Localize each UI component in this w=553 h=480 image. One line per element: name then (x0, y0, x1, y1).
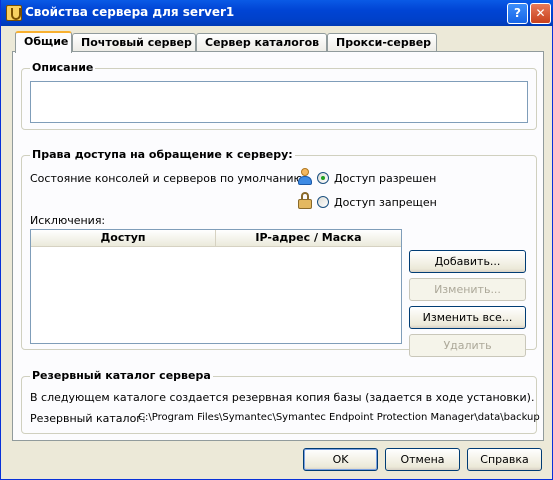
backup-path-label: Резервный каталог: (30, 412, 146, 425)
backup-info: В следующем каталоге создается резервная… (30, 391, 535, 404)
tab-proxy-server[interactable]: Прокси-сервер (327, 33, 437, 52)
edit-all-button[interactable]: Изменить все... (409, 306, 526, 329)
column-header-access[interactable]: Доступ (31, 230, 216, 247)
window-title: Свойства сервера для server1 (25, 5, 235, 19)
lock-icon (298, 192, 312, 210)
backup-group: Резервный каталог сервера В следующем ка… (21, 369, 540, 434)
tab-panel-general: Описание Права доступа на обращение к се… (12, 51, 544, 441)
exceptions-label: Исключения: (30, 214, 106, 227)
description-title: Описание (30, 61, 96, 74)
description-group: Описание (21, 61, 537, 130)
add-button[interactable]: Добавить... (409, 250, 526, 273)
ok-button[interactable]: OK (303, 448, 378, 471)
close-button[interactable]: ✕ (530, 3, 551, 24)
title-bar[interactable]: Свойства сервера для server1 ? ✕ (1, 0, 553, 26)
user-icon (298, 168, 312, 186)
access-denied-label[interactable]: Доступ запрещен (334, 196, 437, 209)
help-button[interactable]: Справка (467, 448, 542, 471)
access-group: Права доступа на обращение к серверу: Со… (21, 148, 537, 357)
delete-button[interactable]: Удалить (409, 334, 526, 357)
shield-icon (6, 5, 22, 21)
backup-path-value: C:\Program Files\Symantec\Symantec Endpo… (138, 412, 540, 423)
server-properties-dialog: Свойства сервера для server1 ? ✕ Общие П… (0, 0, 553, 480)
help-title-button[interactable]: ? (507, 3, 528, 24)
access-title: Права доступа на обращение к серверу: (30, 148, 295, 161)
edit-button[interactable]: Изменить... (409, 278, 526, 301)
default-state-label: Состояние консолей и серверов по умолчан… (30, 172, 307, 185)
tab-directory-server[interactable]: Сервер каталогов (196, 33, 327, 52)
cancel-button[interactable]: Отмена (385, 448, 460, 471)
access-allowed-radio[interactable] (317, 172, 329, 184)
exceptions-list[interactable]: Доступ IP-адрес / Маска (30, 229, 402, 344)
tab-general[interactable]: Общие (15, 31, 72, 53)
backup-title: Резервный каталог сервера (30, 369, 213, 382)
access-allowed-label[interactable]: Доступ разрешен (334, 172, 436, 185)
column-header-ip-mask[interactable]: IP-адрес / Маска (216, 230, 401, 247)
tab-mail-server[interactable]: Почтовый сервер (72, 33, 196, 52)
description-field[interactable] (30, 81, 528, 123)
access-denied-radio[interactable] (317, 196, 329, 208)
